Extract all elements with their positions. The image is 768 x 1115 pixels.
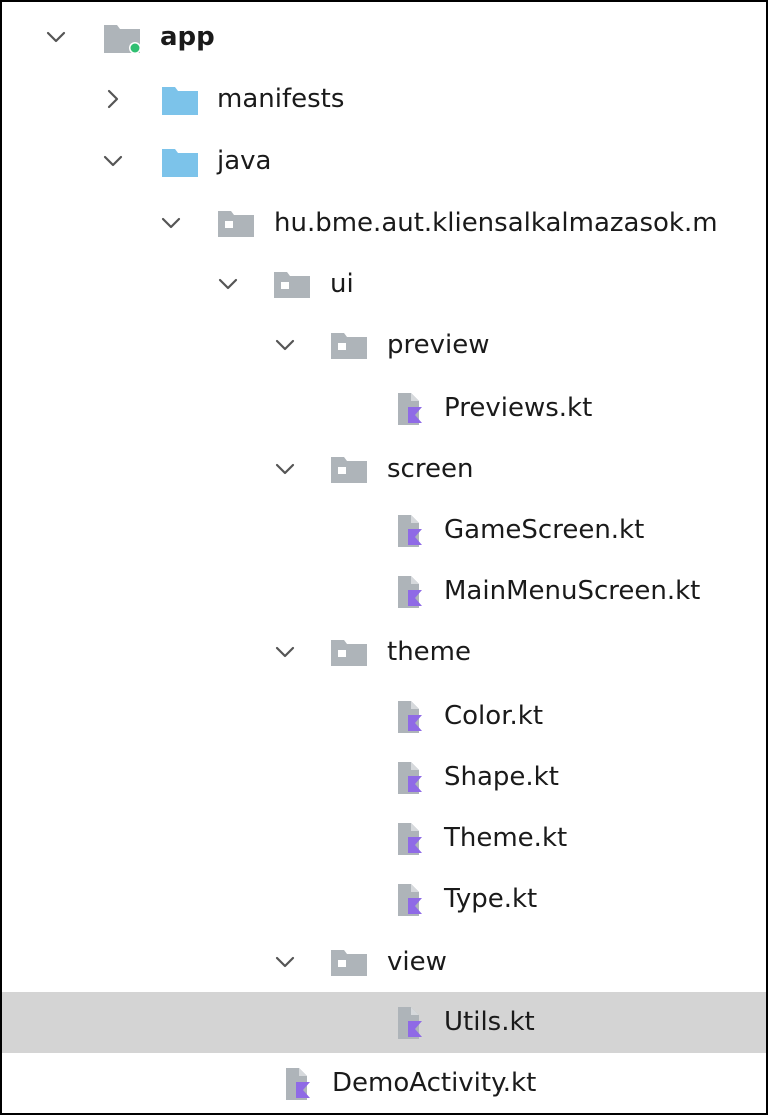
tree-item-previews-kt[interactable]: Previews.kt <box>2 378 766 439</box>
tree-item-label: manifests <box>217 84 345 114</box>
chevron-down-icon[interactable] <box>99 147 127 175</box>
chevron-down-icon[interactable] <box>214 270 242 298</box>
tree-item-package-root[interactable]: hu.bme.aut.kliensalkalmazasok.m <box>2 193 766 254</box>
chevron-down-icon[interactable] <box>271 331 299 359</box>
tree-item-label: preview <box>387 330 490 360</box>
tree-item-ui[interactable]: ui <box>2 254 766 315</box>
tree-item-shape-kt[interactable]: Shape.kt <box>2 747 766 808</box>
chevron-down-icon[interactable] <box>157 209 185 237</box>
tree-item-label: MainMenuScreen.kt <box>444 576 701 606</box>
kotlin-file-icon <box>390 883 430 917</box>
tree-item-label: Shape.kt <box>444 762 559 792</box>
tree-item-theme[interactable]: theme <box>2 622 766 683</box>
kotlin-file-icon <box>390 700 430 734</box>
package-icon <box>329 946 369 980</box>
kotlin-file-icon <box>390 822 430 856</box>
tree-item-label: GameScreen.kt <box>444 515 645 545</box>
tree-item-label: hu.bme.aut.kliensalkalmazasok.m <box>274 208 718 238</box>
tree-item-color-kt[interactable]: Color.kt <box>2 686 766 747</box>
module-folder-icon <box>102 21 142 55</box>
kotlin-file-icon <box>390 392 430 426</box>
kotlin-file-icon <box>390 575 430 609</box>
tree-item-manifests[interactable]: manifests <box>2 69 766 130</box>
kotlin-file-icon <box>390 761 430 795</box>
tree-item-label: DemoActivity.kt <box>332 1068 537 1098</box>
package-icon <box>329 636 369 670</box>
tree-item-app[interactable]: app <box>2 7 766 68</box>
tree-item-label: view <box>387 947 447 977</box>
tree-item-label: ui <box>330 269 354 299</box>
tree-item-label: app <box>160 22 215 52</box>
kotlin-file-icon <box>390 514 430 548</box>
tree-item-label: java <box>217 146 272 176</box>
project-tree: app manifests java hu.bme.aut.kliensalka… <box>0 0 768 1115</box>
tree-item-gamescreen-kt[interactable]: GameScreen.kt <box>2 500 766 561</box>
kotlin-file-icon <box>278 1067 318 1101</box>
tree-item-label: Utils.kt <box>444 1007 535 1037</box>
tree-item-screen[interactable]: screen <box>2 439 766 500</box>
chevron-down-icon[interactable] <box>271 455 299 483</box>
tree-item-view[interactable]: view <box>2 932 766 993</box>
tree-item-mainmenuscreen-kt[interactable]: MainMenuScreen.kt <box>2 561 766 622</box>
package-icon <box>329 329 369 363</box>
tree-item-label: Color.kt <box>444 701 544 731</box>
chevron-down-icon[interactable] <box>271 948 299 976</box>
package-icon <box>329 453 369 487</box>
tree-item-utils-kt[interactable]: Utils.kt <box>2 992 766 1053</box>
kotlin-file-icon <box>390 1006 430 1040</box>
tree-item-demoactivity-kt[interactable]: DemoActivity.kt <box>2 1053 766 1113</box>
folder-blue-icon <box>160 83 200 117</box>
chevron-right-icon[interactable] <box>99 85 127 113</box>
tree-item-type-kt[interactable]: Type.kt <box>2 869 766 930</box>
tree-item-label: screen <box>387 454 474 484</box>
tree-item-label: Theme.kt <box>444 823 568 853</box>
package-icon <box>216 207 256 241</box>
tree-item-java[interactable]: java <box>2 131 766 192</box>
tree-item-label: Previews.kt <box>444 393 593 423</box>
folder-blue-icon <box>160 145 200 179</box>
tree-item-theme-kt[interactable]: Theme.kt <box>2 808 766 869</box>
chevron-down-icon[interactable] <box>42 23 70 51</box>
tree-item-label: Type.kt <box>444 884 538 914</box>
package-icon <box>272 268 312 302</box>
tree-item-preview[interactable]: preview <box>2 315 766 376</box>
chevron-down-icon[interactable] <box>271 638 299 666</box>
tree-item-label: theme <box>387 637 471 667</box>
